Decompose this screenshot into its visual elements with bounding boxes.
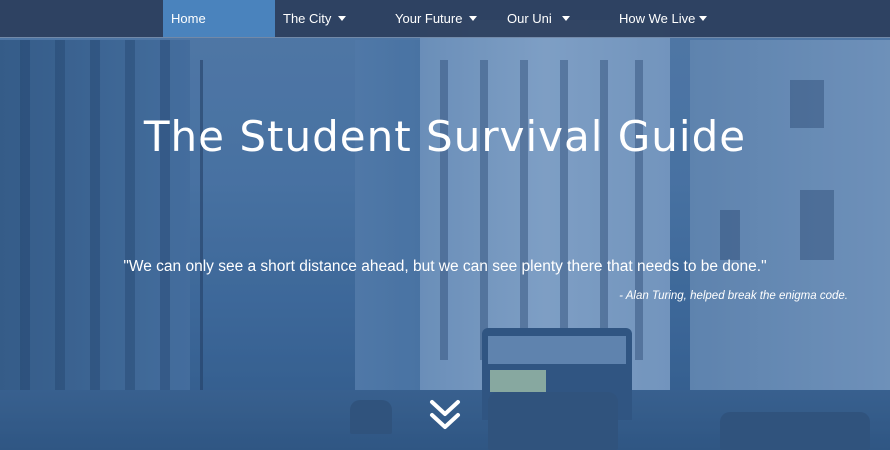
nav-item-our-uni[interactable]: Our Uni bbox=[499, 0, 611, 37]
nav-item-home[interactable]: Home bbox=[163, 0, 275, 37]
nav-item-your-future[interactable]: Your Future bbox=[387, 0, 499, 37]
top-navbar: Home The City Your Future Our Uni How We… bbox=[0, 0, 890, 38]
nav-item-the-city[interactable]: The City bbox=[275, 0, 387, 37]
double-chevron-down-icon[interactable] bbox=[427, 398, 463, 434]
nav-item-label: How We Live bbox=[619, 11, 696, 26]
hero-background-image bbox=[0, 0, 890, 450]
hero-quote: "We can only see a short distance ahead,… bbox=[123, 258, 767, 275]
caret-down-icon bbox=[562, 16, 570, 21]
quote-attribution: - Alan Turing, helped break the enigma c… bbox=[619, 290, 848, 302]
page-title: The Student Survival Guide bbox=[143, 112, 747, 161]
nav-item-label: Our Uni bbox=[507, 11, 552, 26]
blue-overlay bbox=[0, 0, 890, 450]
nav-item-how-we-live[interactable]: How We Live bbox=[611, 0, 721, 37]
nav-item-label: The City bbox=[283, 11, 332, 26]
caret-down-icon bbox=[699, 16, 707, 21]
caret-down-icon bbox=[338, 16, 346, 21]
caret-down-icon bbox=[469, 16, 477, 21]
nav-item-label: Your Future bbox=[395, 11, 463, 26]
nav-item-label: Home bbox=[171, 11, 206, 26]
